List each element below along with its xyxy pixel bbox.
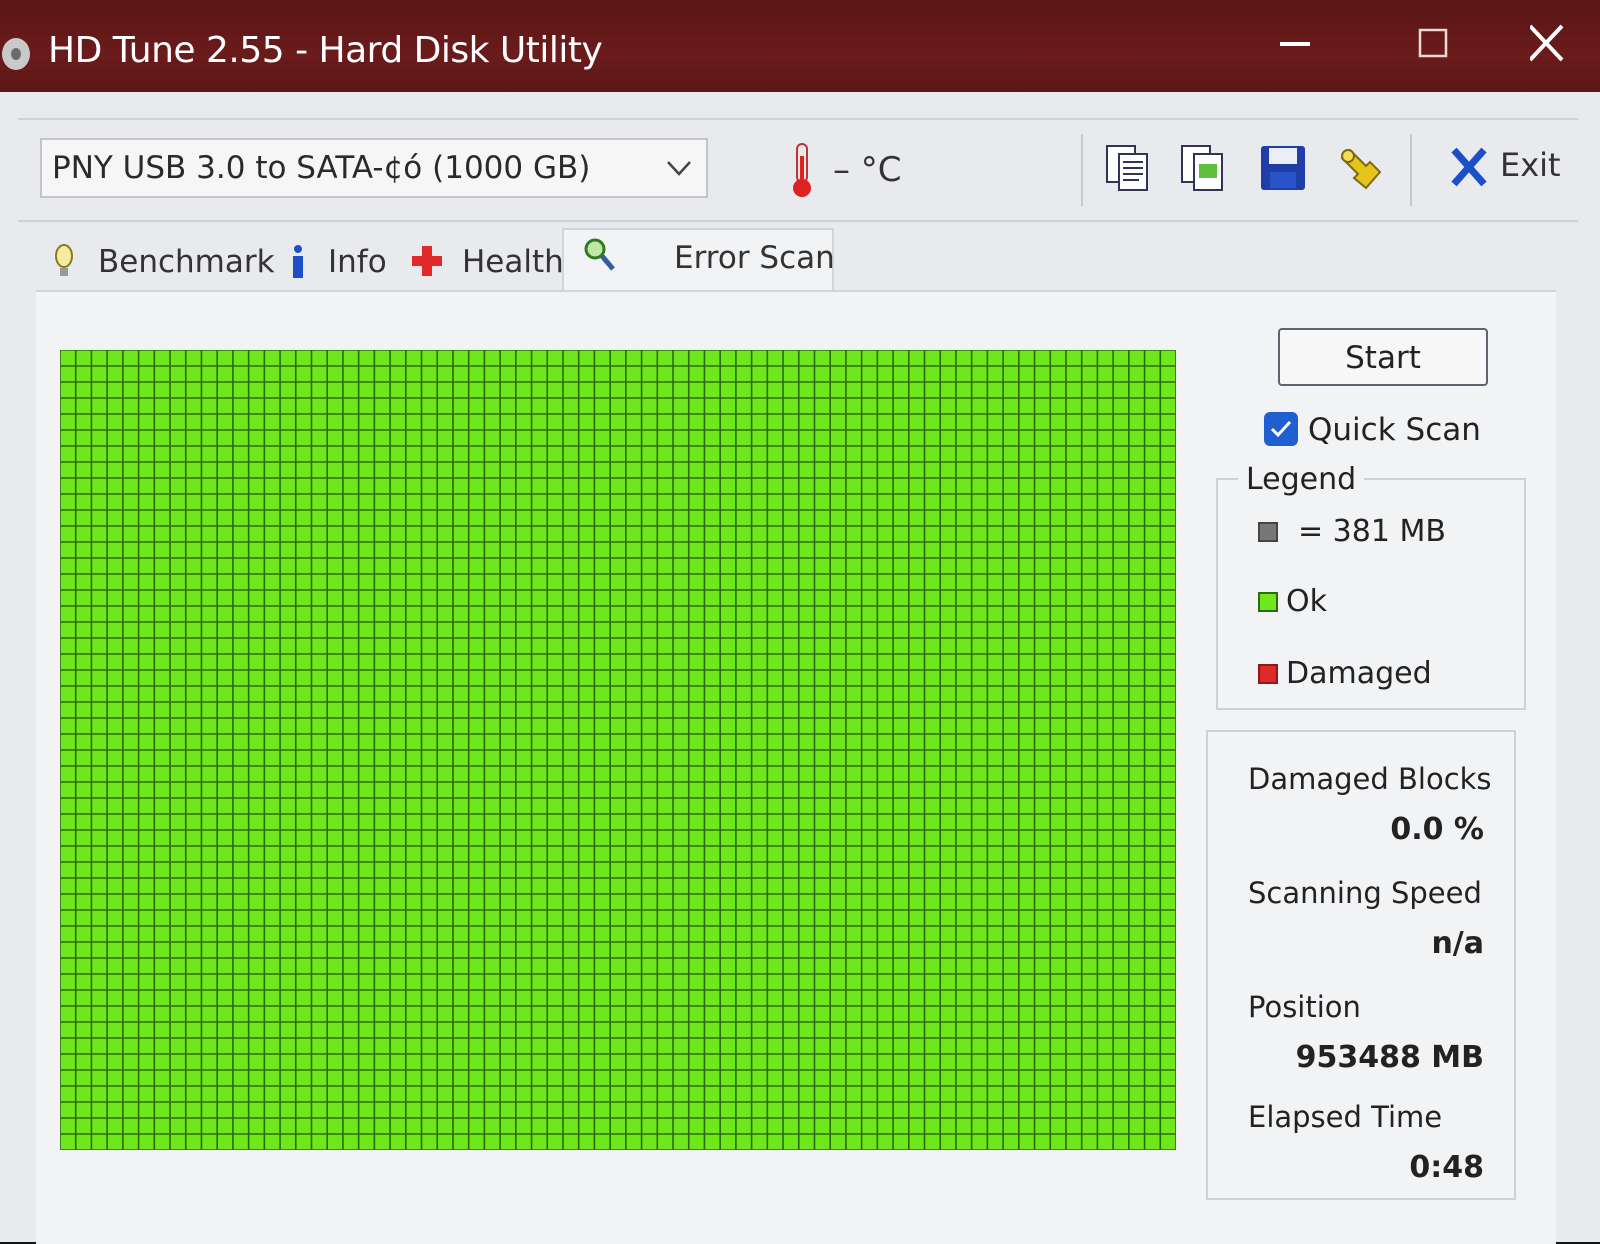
chevron-down-icon bbox=[667, 161, 691, 176]
legend-block-size-text: = 381 MB bbox=[1298, 514, 1446, 549]
tab-benchmark[interactable]: Benchmark bbox=[50, 234, 290, 290]
damaged-swatch bbox=[1258, 664, 1278, 684]
tab-bar: Benchmark Info Health Error Scan bbox=[40, 228, 1560, 292]
close-button[interactable] bbox=[1530, 20, 1600, 70]
exit-button[interactable]: Exit bbox=[1448, 142, 1561, 192]
scanning-speed-label: Scanning Speed bbox=[1248, 876, 1482, 910]
error-scan-panel: Start Quick Scan Legend = 381 MB Ok Dama… bbox=[36, 290, 1556, 1244]
legend-damaged-text: Damaged bbox=[1286, 656, 1432, 691]
info-icon bbox=[293, 245, 303, 278]
maximize-button[interactable] bbox=[1400, 20, 1470, 70]
copy-screenshot-icon[interactable] bbox=[1178, 142, 1228, 194]
legend-title: Legend bbox=[1238, 462, 1365, 497]
block-map bbox=[60, 350, 1176, 1150]
tab-info[interactable]: Info bbox=[284, 234, 424, 290]
app-window: HD Tune 2.55 - Hard Disk Utility PNY USB… bbox=[0, 0, 1600, 1244]
toolbar: PNY USB 3.0 to SATA-¢ó (1000 GB) – °C Ex… bbox=[18, 118, 1578, 222]
quick-scan-checkbox[interactable] bbox=[1264, 412, 1298, 446]
damaged-blocks-label: Damaged Blocks bbox=[1248, 762, 1492, 796]
gray-block-swatch bbox=[1258, 522, 1278, 542]
quick-scan-option[interactable]: Quick Scan bbox=[1264, 410, 1504, 450]
tab-label: Benchmark bbox=[98, 244, 275, 280]
elapsed-time-value: 0:48 bbox=[1409, 1150, 1484, 1185]
scanning-speed-value: n/a bbox=[1431, 926, 1484, 961]
temperature-readout: – °C bbox=[833, 150, 902, 190]
damaged-blocks-value: 0.0 % bbox=[1390, 812, 1484, 847]
tab-error-scan[interactable]: Error Scan bbox=[562, 228, 835, 292]
window-title: HD Tune 2.55 - Hard Disk Utility bbox=[48, 30, 603, 71]
exit-label: Exit bbox=[1500, 146, 1561, 184]
health-cross-icon bbox=[412, 246, 442, 276]
minimize-button[interactable] bbox=[1260, 20, 1330, 70]
tab-label: Health bbox=[462, 244, 564, 280]
magnifier-icon bbox=[584, 238, 615, 271]
elapsed-time-label: Elapsed Time bbox=[1248, 1100, 1443, 1134]
exit-icon bbox=[1451, 147, 1487, 187]
start-button[interactable]: Start bbox=[1278, 328, 1488, 386]
scan-stats: Damaged Blocks 0.0 % Scanning Speed n/a … bbox=[1206, 730, 1516, 1200]
block-map-grid bbox=[60, 350, 1176, 1150]
lightbulb-icon bbox=[55, 244, 73, 276]
legend-ok-text: Ok bbox=[1286, 584, 1327, 619]
toolbar-separator bbox=[1081, 134, 1083, 206]
tab-label: Error Scan bbox=[674, 240, 835, 276]
toolbar-separator bbox=[1410, 134, 1412, 206]
title-bar[interactable]: HD Tune 2.55 - Hard Disk Utility bbox=[0, 0, 1600, 92]
drive-select[interactable]: PNY USB 3.0 to SATA-¢ó (1000 GB) bbox=[40, 138, 708, 198]
position-value: 953488 MB bbox=[1295, 1040, 1484, 1075]
hd-tune-app-icon bbox=[2, 38, 30, 70]
tab-label: Info bbox=[328, 244, 387, 280]
ok-swatch bbox=[1258, 592, 1278, 612]
legend-group: Legend = 381 MB Ok Damaged bbox=[1216, 462, 1526, 710]
drive-select-value: PNY USB 3.0 to SATA-¢ó (1000 GB) bbox=[52, 150, 591, 186]
copy-text-icon[interactable] bbox=[1103, 142, 1153, 194]
options-icon[interactable] bbox=[1336, 142, 1386, 194]
position-label: Position bbox=[1248, 990, 1361, 1024]
save-icon[interactable] bbox=[1258, 142, 1308, 194]
quick-scan-label: Quick Scan bbox=[1308, 412, 1481, 448]
thermometer-icon bbox=[793, 143, 811, 197]
checkmark-icon bbox=[1270, 420, 1292, 438]
